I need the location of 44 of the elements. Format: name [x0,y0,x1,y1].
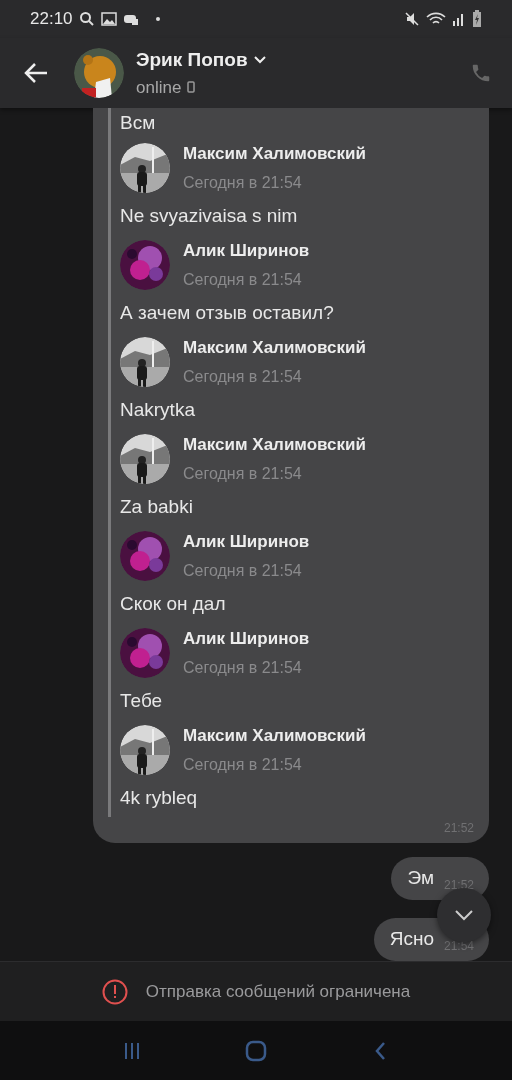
sender-name: Максим Халимовский [183,337,366,360]
message-date: Сегодня в 21:54 [183,754,303,775]
message-text: 4k rybleq [120,786,198,811]
online-status: online [136,76,182,99]
search-icon [78,11,95,27]
warning-icon [101,978,128,1005]
sender-name: Алик Ширинов [183,531,310,554]
message-text: А зачем отзыв оставил? [120,301,334,326]
battery-icon [472,10,482,28]
phone-icon [470,62,492,84]
message-date: Сегодня в 21:54 [183,366,303,387]
message-text: Тебе [120,689,163,714]
dot-icon [154,16,161,22]
message-date: Сегодня в 21:54 [183,172,303,193]
restriction-notice: Отправка сообщений ограничена [145,980,411,1003]
phone-icon [187,81,196,94]
message-date: Сегодня в 21:54 [183,560,303,581]
chevron-left-icon [373,1041,387,1061]
chevron-down-icon [454,909,474,921]
message-date: Сегодня в 21:54 [183,657,303,678]
sender-name: Алик Ширинов [183,628,310,651]
message-text: Ясно [389,927,434,952]
mute-icon [404,11,420,27]
message-text: Скок он дал [120,592,226,617]
message-text: Ne svyazivaisa s nim [120,204,298,229]
arrow-left-icon [23,62,49,84]
message-text: Эм [407,866,434,891]
square-icon [245,1040,267,1062]
bars-icon [122,1041,142,1061]
clock: 22:10 [30,8,73,31]
message-text: Всм [120,110,156,135]
chevron-down-icon [253,56,266,65]
message-text: Za babki [120,495,193,520]
contact-name[interactable]: Эрик Попов [136,46,248,75]
sender-name: Алик Ширинов [183,240,310,263]
sender-name: Максим Халимовский [183,725,366,748]
signal-icon [452,11,466,27]
message-text: Nakrytka [120,398,195,423]
home-button[interactable] [244,1039,268,1063]
sender-name: Максим Халимовский [183,143,366,166]
message-date: Сегодня в 21:54 [183,269,303,290]
message-date: Сегодня в 21:54 [183,463,303,484]
sender-name: Максим Халимовский [183,434,366,457]
image-icon [100,12,117,26]
